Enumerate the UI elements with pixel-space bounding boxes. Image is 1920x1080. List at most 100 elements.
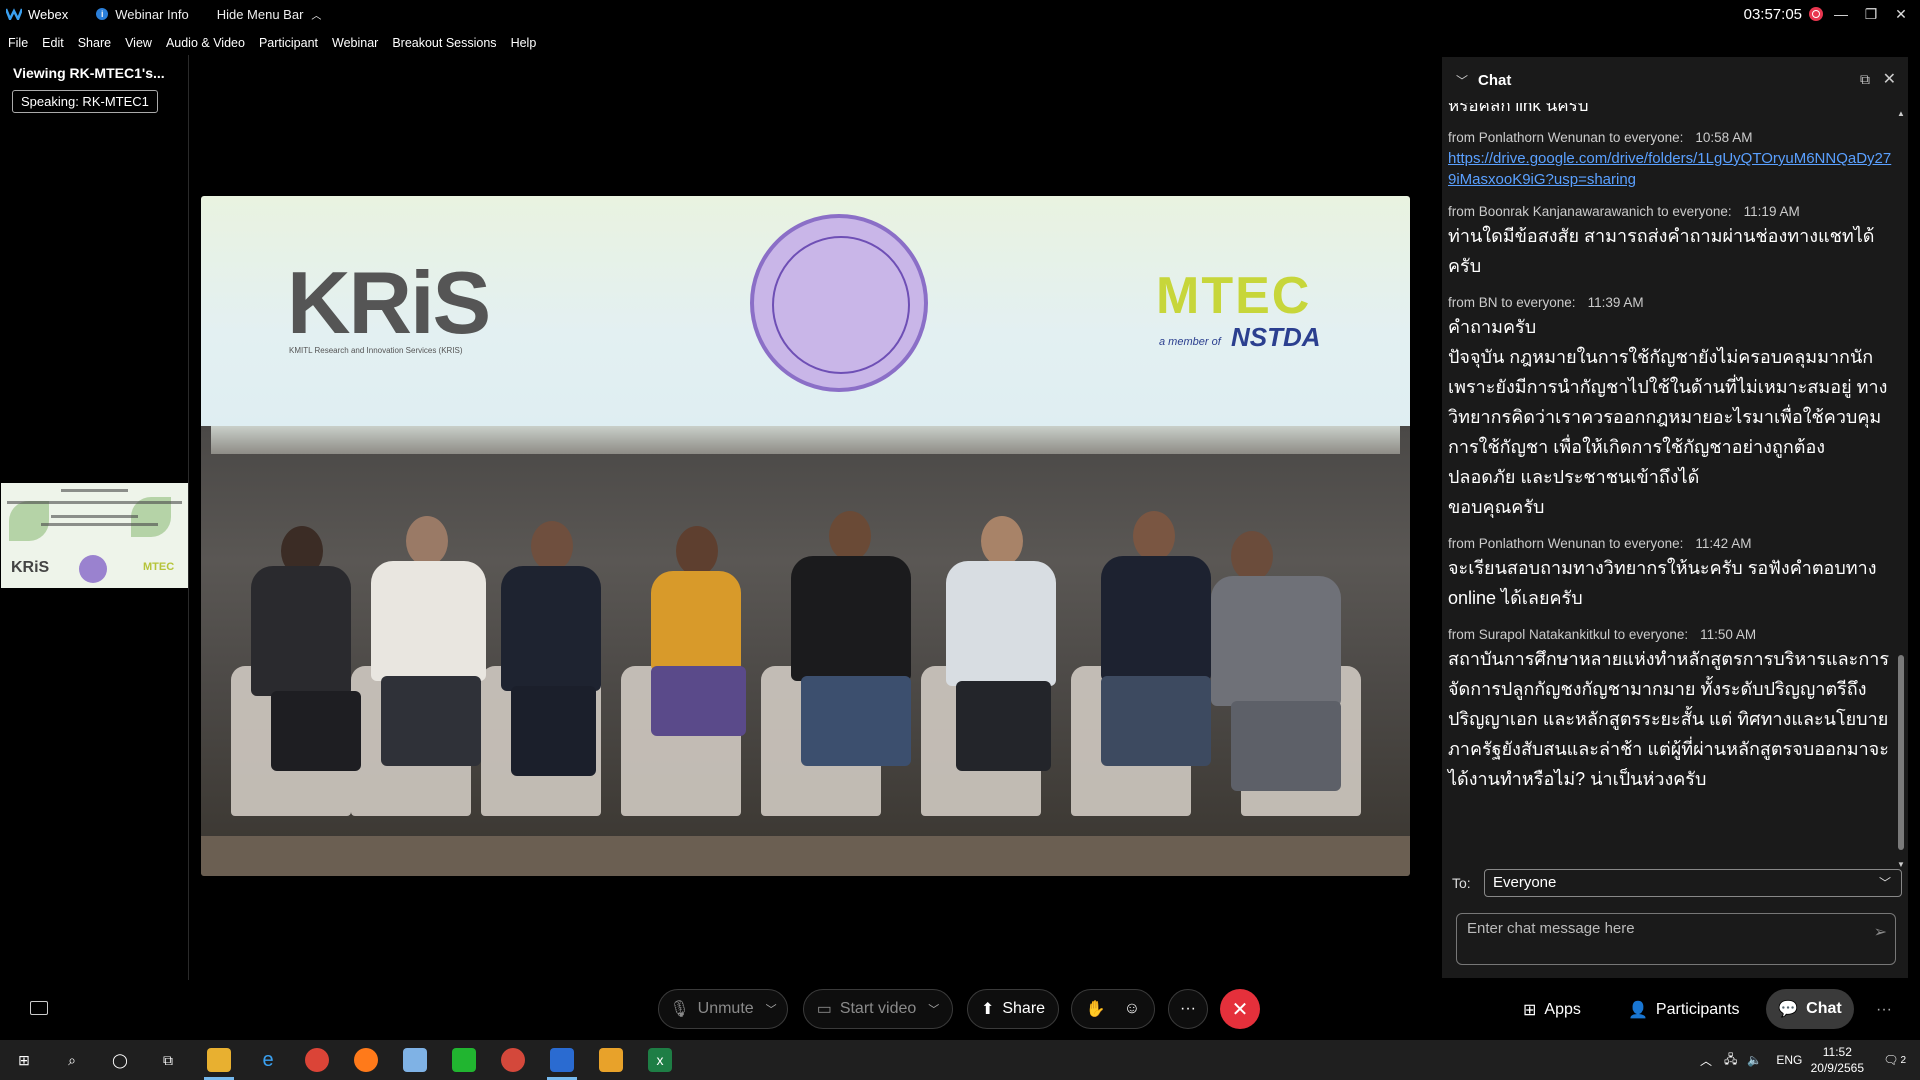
shared-video-stage[interactable]: KRiS KMITL Research and Innovation Servi… <box>201 196 1410 876</box>
hide-menu-bar-button[interactable]: Hide Menu Bar ︿ <box>217 7 322 22</box>
notifications-button[interactable]: 🗨 2 <box>1883 1040 1906 1080</box>
chevron-down-icon[interactable]: ﹀ <box>928 1001 939 1017</box>
leave-meeting-button[interactable]: ✕ <box>1220 989 1260 1029</box>
unmute-label: Unmute <box>697 1000 754 1017</box>
chat-time: 11:42 AM <box>1695 536 1752 551</box>
scrollbar-thumb[interactable] <box>1898 655 1904 850</box>
chat-message-meta: from Boonrak Kanjanawarawanich to everyo… <box>1448 204 1894 219</box>
file-explorer-icon[interactable] <box>207 1048 231 1072</box>
hide-menu-bar-label: Hide Menu Bar <box>216 6 304 22</box>
menu-participant[interactable]: Participant <box>259 36 318 50</box>
chrome-icon[interactable] <box>305 1048 329 1072</box>
recipient-select[interactable]: Everyone ﹀ <box>1484 869 1902 897</box>
participants-label: Participants <box>1655 1001 1740 1018</box>
close-window-icon[interactable]: ✕ <box>1886 2 1916 26</box>
chat-message-text: ท่านใดมีข้อสงสัย สามารถส่งคำถามผ่านช่องท… <box>1448 226 1875 276</box>
windows-start-icon[interactable]: ⊞ <box>12 1048 36 1072</box>
chat-sender: from Ponlathorn Wenunan to everyone: <box>1448 536 1684 551</box>
more-options-button[interactable]: ··· <box>1168 989 1208 1029</box>
chat-message-meta: from Ponlathorn Wenunan to everyone: 10:5… <box>1448 130 1894 145</box>
start-video-button[interactable]: ▭ Start video ﹀ <box>803 989 953 1029</box>
language-indicator[interactable]: ENG <box>1776 1053 1802 1067</box>
menu-breakout-sessions[interactable]: Breakout Sessions <box>392 36 496 50</box>
chat-message-list[interactable]: หรือคลิก link นี้ครับ from Ponlathorn We… <box>1442 103 1894 863</box>
line-icon[interactable] <box>452 1048 476 1072</box>
chat-time: 10:58 AM <box>1695 130 1753 145</box>
apps-label: Apps <box>1544 1001 1581 1018</box>
start-video-label: Start video <box>839 1000 917 1017</box>
captions-icon[interactable] <box>30 1001 48 1015</box>
network-icon[interactable]: 🖧 <box>1724 1050 1737 1071</box>
chevron-down-icon[interactable]: ﹀ <box>766 1001 777 1017</box>
close-chat-icon[interactable]: ✕ <box>1883 69 1896 89</box>
chat-scrollbar[interactable]: ▲ ▼ <box>1896 109 1906 869</box>
notification-icon: 🗨 <box>1883 1053 1899 1067</box>
chrome-profile-icon[interactable] <box>501 1048 525 1072</box>
menu-view[interactable]: View <box>125 36 152 50</box>
menu-audio-video[interactable]: Audio & Video <box>166 36 245 50</box>
info-icon: i <box>96 8 109 20</box>
more-icon: ··· <box>1876 1001 1892 1018</box>
menu-file[interactable]: File <box>8 36 28 50</box>
chat-message-link[interactable]: https://drive.google.com/drive/folders/1… <box>1448 148 1894 190</box>
thumbnail-text-line <box>7 501 182 504</box>
send-icon[interactable]: ➢ <box>1874 922 1887 942</box>
share-button[interactable]: ⬆ Share <box>967 989 1059 1029</box>
scroll-down-icon[interactable]: ▼ <box>1896 860 1906 869</box>
chat-message-input[interactable]: Enter chat message here ➢ <box>1456 913 1896 965</box>
raise-hand-icon[interactable]: ✋ <box>1086 999 1106 1019</box>
meeting-timer: 03:57:05 <box>1743 6 1802 23</box>
app-icon[interactable] <box>599 1048 623 1072</box>
video-off-icon: ▭ <box>816 1001 832 1018</box>
chat-sender: from Ponlathorn Wenunan to everyone: <box>1448 130 1684 145</box>
excel-icon[interactable]: x <box>648 1048 672 1072</box>
nstda-logo: NSTDA <box>1231 322 1321 352</box>
popout-icon[interactable]: ⧉ <box>1860 71 1870 88</box>
shared-content-thumbnail[interactable]: KRiS MTEC <box>1 483 188 588</box>
thumbnail-text-line <box>41 523 158 526</box>
menu-edit[interactable]: Edit <box>42 36 64 50</box>
notification-count: 2 <box>1900 1054 1906 1066</box>
app-icon[interactable] <box>403 1048 427 1072</box>
scroll-up-icon[interactable]: ▲ <box>1896 109 1906 118</box>
app-title: Webex <box>6 7 68 22</box>
app-name: Webex <box>28 6 69 22</box>
apps-button[interactable]: ⊞ Apps <box>1523 990 1581 1030</box>
recording-icon[interactable] <box>1809 7 1823 21</box>
menu-help[interactable]: Help <box>511 36 537 50</box>
firefox-icon[interactable] <box>354 1048 378 1072</box>
thumbnail-text-line <box>61 489 128 492</box>
reactions-group: ✋ ☺ <box>1071 989 1155 1029</box>
volume-icon[interactable]: 🔈 <box>1747 1053 1762 1067</box>
taskbar-clock[interactable]: 11:52 20/9/2565 <box>1811 1044 1864 1076</box>
speaking-indicator: Speaking: RK-MTEC1 <box>12 90 158 113</box>
webex-taskbar-icon[interactable] <box>550 1048 574 1072</box>
cortana-icon[interactable]: ◯ <box>108 1048 132 1072</box>
taskbar-time: 11:52 <box>1822 1045 1852 1059</box>
webinar-info-button[interactable]: i Webinar Info <box>96 7 189 22</box>
mtec-logo: MTEC <box>1156 267 1312 325</box>
chat-bubble-icon: 💬 <box>1778 1001 1799 1018</box>
menu-webinar[interactable]: Webinar <box>332 36 378 50</box>
menu-share[interactable]: Share <box>78 36 111 50</box>
more-panels-button[interactable]: ··· <box>1876 990 1892 1030</box>
chat-message-meta: from Ponlathorn Wenunan to everyone: 11:4… <box>1448 536 1894 551</box>
search-icon[interactable]: ⌕ <box>60 1048 84 1072</box>
edge-icon[interactable]: e <box>256 1048 280 1072</box>
thumbnail-kris-logo: KRiS <box>11 559 50 576</box>
unmute-button[interactable]: 🎙 Unmute ﹀ <box>658 989 788 1029</box>
reactions-icon[interactable]: ☺ <box>1124 1000 1140 1018</box>
chat-time: 11:50 AM <box>1700 627 1757 642</box>
kris-logo: KRiS <box>287 253 491 352</box>
minimize-icon[interactable]: — <box>1826 2 1856 26</box>
participants-button[interactable]: 👤 Participants <box>1628 990 1740 1030</box>
windows-taskbar: ⊞ ⌕ ◯ ⧉ e x ︿ 🖧 🔈 ENG 11:52 20/9/2565 🗨 … <box>0 1040 1920 1080</box>
member-of-label: a member of <box>1159 336 1221 348</box>
chat-sender: from Surapol Natakankitkul to everyone: <box>1448 627 1689 642</box>
task-view-icon[interactable]: ⧉ <box>156 1048 180 1072</box>
restore-icon[interactable]: ❐ <box>1856 2 1886 26</box>
chevron-up-icon[interactable]: ︿ <box>1700 1052 1712 1069</box>
chat-button[interactable]: 💬 Chat <box>1766 989 1854 1029</box>
chat-input-placeholder: Enter chat message here <box>1467 920 1635 937</box>
collapse-chevron-icon[interactable]: ﹀ <box>1456 72 1468 89</box>
